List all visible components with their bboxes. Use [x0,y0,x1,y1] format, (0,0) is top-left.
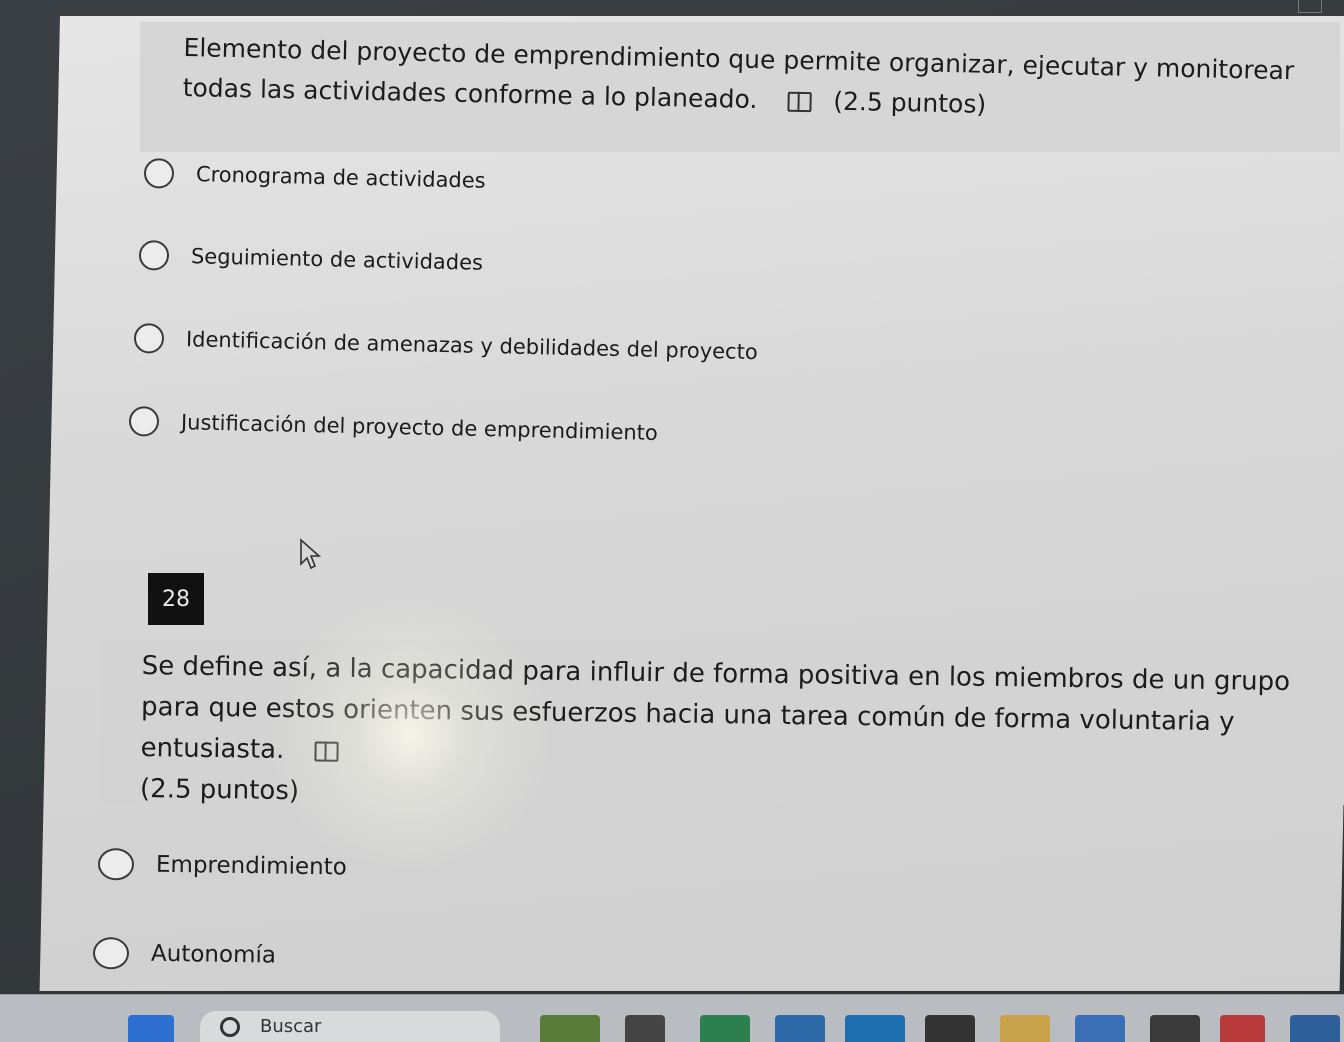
task-view-icon[interactable] [625,1015,665,1042]
immersive-reader-icon[interactable] [314,740,339,762]
radio-button[interactable] [138,240,170,271]
radio-button[interactable] [97,848,135,881]
app-icon-2[interactable] [1075,1015,1125,1042]
question-28-prompt: Se define así, a la capacidad para influ… [140,650,1291,765]
browser-icon[interactable] [775,1015,825,1042]
option-label: Seguimiento de actividades [190,244,484,275]
camera-icon[interactable] [1150,1015,1200,1042]
taskbar: Buscar [0,994,1344,1042]
option-label: Cronograma de actividades [195,162,486,193]
radio-button[interactable] [133,323,165,354]
question-27-points: (2.5 puntos) [832,86,987,119]
option-emprendimiento[interactable]: Emprendimiento [97,848,347,883]
option-autonomia[interactable]: Autonomía [92,937,277,972]
edge-icon[interactable] [845,1015,905,1042]
window-corner-icon [1298,0,1322,13]
search-icon [220,1016,240,1037]
question-28-points: (2.5 puntos) [139,773,300,807]
file-explorer-icon[interactable] [1000,1015,1050,1042]
radio-button[interactable] [128,406,160,437]
radio-button[interactable] [143,158,175,189]
question-28-text: Se define así, a la capacidad para influ… [140,646,1337,827]
store-icon[interactable] [925,1015,975,1042]
widgets-icon[interactable] [540,1015,600,1042]
immersive-reader-icon[interactable] [787,91,812,113]
app-icon-4[interactable] [1290,1015,1340,1042]
app-icon[interactable] [700,1015,750,1042]
search-label: Buscar [260,1016,322,1037]
option-label: Emprendimiento [155,851,347,881]
radio-button[interactable] [92,937,130,970]
app-icon-3[interactable] [1220,1015,1265,1042]
search-input[interactable]: Buscar [200,1011,500,1042]
start-icon[interactable] [128,1015,174,1042]
screen: Elemento del proyecto de emprendimiento … [0,0,1344,1042]
option-label: Autonomía [150,940,277,969]
question-number-badge: 28 [148,573,204,625]
